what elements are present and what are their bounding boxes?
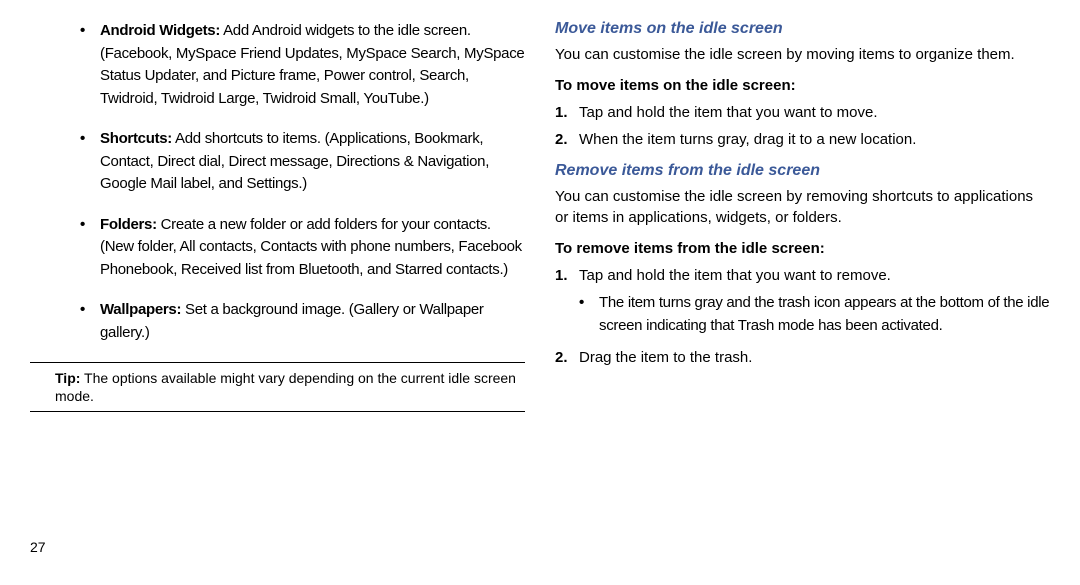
- step-num: 1.: [555, 265, 568, 286]
- bullet-label: Wallpapers:: [100, 301, 181, 318]
- tip-box: Tip: The options available might vary de…: [30, 369, 525, 405]
- move-subheading: To move items on the idle screen:: [555, 77, 1050, 94]
- step-num: 2.: [555, 129, 568, 150]
- remove-steps-2: 2. Drag the item to the trash.: [555, 347, 1050, 368]
- move-steps: 1. Tap and hold the item that you want to…: [555, 102, 1050, 150]
- remove-step-1: 1. Tap and hold the item that you want to…: [555, 265, 1050, 286]
- step-text: Drag the item to the trash.: [579, 349, 752, 366]
- remove-subbullet-item: The item turns gray and the trash icon a…: [579, 292, 1050, 337]
- bullet-android-widgets: Android Widgets: Add Android widgets to …: [80, 20, 525, 110]
- tip-label: Tip:: [55, 370, 80, 386]
- remove-sub-bullet: The item turns gray and the trash icon a…: [555, 292, 1050, 337]
- bullet-label: Folders:: [100, 216, 157, 233]
- step-text: Tap and hold the item that you want to r…: [579, 267, 891, 284]
- page-number: 27: [30, 539, 46, 555]
- bullet-shortcuts: Shortcuts: Add shortcuts to items. (Appl…: [80, 128, 525, 196]
- remove-body: You can customise the idle screen by rem…: [555, 186, 1050, 228]
- move-step-1: 1. Tap and hold the item that you want to…: [555, 102, 1050, 123]
- step-num: 1.: [555, 102, 568, 123]
- remove-steps: 1. Tap and hold the item that you want to…: [555, 265, 1050, 286]
- step-text: Tap and hold the item that you want to m…: [579, 104, 878, 121]
- bullet-text: Create a new folder or add folders for y…: [100, 216, 522, 278]
- remove-heading: Remove items from the idle screen: [555, 162, 1050, 180]
- move-heading: Move items on the idle screen: [555, 20, 1050, 38]
- tip-text: The options available might vary dependi…: [55, 370, 516, 404]
- move-step-2: 2. When the item turns gray, drag it to a…: [555, 129, 1050, 150]
- feature-bullet-list: Android Widgets: Add Android widgets to …: [30, 20, 525, 344]
- bullet-wallpapers: Wallpapers: Set a background image. (Gal…: [80, 299, 525, 344]
- bullet-label: Android Widgets:: [100, 22, 220, 39]
- left-column: Android Widgets: Add Android widgets to …: [30, 20, 525, 422]
- bullet-label: Shortcuts:: [100, 130, 172, 147]
- right-column: Move items on the idle screen You can cu…: [555, 20, 1050, 422]
- remove-subheading: To remove items from the idle screen:: [555, 240, 1050, 257]
- step-num: 2.: [555, 347, 568, 368]
- page-columns: Android Widgets: Add Android widgets to …: [30, 20, 1050, 422]
- bullet-folders: Folders: Create a new folder or add fold…: [80, 214, 525, 282]
- move-body: You can customise the idle screen by mov…: [555, 44, 1050, 65]
- tip-divider-top: [30, 362, 525, 363]
- step-text: When the item turns gray, drag it to a n…: [579, 131, 916, 148]
- remove-step-2: 2. Drag the item to the trash.: [555, 347, 1050, 368]
- tip-divider-bottom: [30, 411, 525, 412]
